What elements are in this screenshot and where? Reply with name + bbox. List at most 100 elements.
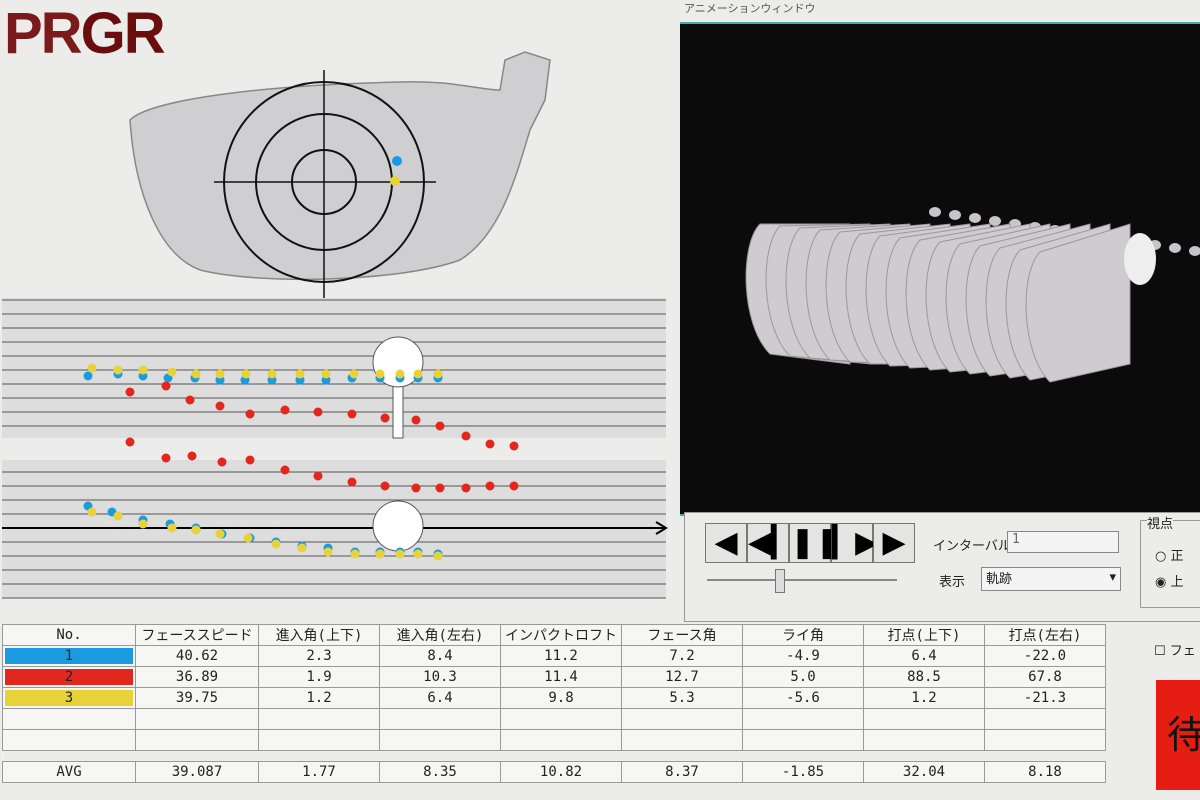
playback-controls: ◀ ◀▎ ❚❚ ▎▶ ▶ インターバル 1 表示 軌跡 ▾: [684, 512, 1200, 622]
frame-slider-thumb[interactable]: [775, 569, 785, 593]
cell-lie-angle: 5.0: [742, 666, 864, 688]
club-trail-marker: [949, 210, 961, 220]
swing-3-top-dot: [395, 549, 405, 559]
table-spacer-row: [2, 750, 1106, 762]
swing-2-side-dot: [280, 405, 290, 415]
swing-3-top-dot: [271, 539, 281, 549]
pause-button[interactable]: ❚❚: [789, 523, 840, 563]
swing-2-side-dot: [185, 395, 195, 405]
swing-2-side-dot: [435, 421, 445, 431]
swing-2-side-dot: [347, 409, 357, 419]
swing-3-side-dot: [267, 369, 277, 379]
header-lie-angle: ライ角: [742, 624, 864, 646]
row-no: 1: [64, 648, 74, 664]
swing-2-side-dot: [380, 413, 390, 423]
cell-impact-horizontal: -21.3: [984, 687, 1106, 709]
table-row-empty: [2, 708, 1106, 730]
swing-2-side-dot: [411, 415, 421, 425]
swing-3-swatch: 3: [5, 690, 133, 706]
swing-3-side-dot: [321, 369, 331, 379]
club-trail-marker: [1169, 243, 1181, 253]
row-no: 2: [64, 669, 74, 685]
swing-2-side-dot: [125, 387, 135, 397]
viewpoint-radio-1[interactable]: ○ 正: [1155, 545, 1184, 564]
swing-2-top-dot: [347, 477, 357, 487]
viewpoint-title: 視点: [1147, 513, 1174, 532]
avg-lie-angle: -1.85: [742, 761, 864, 783]
table-row[interactable]: 2 36.89 1.9 10.3 11.4 12.7 5.0 88.5 67.8: [2, 666, 1106, 688]
swing-2-top-dot: [187, 451, 197, 461]
next-frame-icon: ▶: [882, 525, 906, 560]
avg-impact-loft: 10.82: [500, 761, 622, 783]
cell-lie-angle: -5.6: [742, 687, 864, 709]
swing-3-side-dot: [395, 369, 405, 379]
cell-impact-horizontal: -22.0: [984, 645, 1106, 667]
frame-slider-track[interactable]: [707, 579, 897, 581]
swing-3-top-dot: [113, 511, 123, 521]
swing-3-side-dot: [113, 365, 123, 375]
viewpoint-option-1: 正: [1170, 549, 1184, 564]
cell-lie-angle: -4.9: [742, 645, 864, 667]
animation-window-title: アニメーションウィンドウ: [684, 2, 816, 15]
avg-face-speed: 39.087: [135, 761, 259, 783]
display-select[interactable]: 軌跡 ▾: [981, 567, 1121, 591]
cell-entry-vertical: 1.2: [258, 687, 380, 709]
wait-button[interactable]: 待: [1156, 680, 1200, 790]
swing-3-top-dot: [375, 549, 385, 559]
swing-2-side-dot: [215, 401, 225, 411]
table-row-empty: [2, 729, 1106, 751]
cell-entry-vertical: 2.3: [258, 645, 380, 667]
swing-2-top-dot: [245, 455, 255, 465]
prev-frame-button[interactable]: ◀: [705, 523, 747, 563]
table-row[interactable]: 3 39.75 1.2 6.4 9.8 5.3 -5.6 1.2 -21.3: [2, 687, 1106, 709]
animation-window: [680, 22, 1200, 516]
swing-2-top-dot: [485, 481, 495, 491]
viewpoint-option-2: 上: [1170, 575, 1184, 590]
swing-2-side-dot: [161, 381, 171, 391]
avg-entry-horizontal: 8.35: [379, 761, 501, 783]
swing-data-table: No. フェーススピード 進入角(上下) 進入角(左右) インパクトロフト フェ…: [2, 624, 1106, 783]
cell-face-speed: 36.89: [135, 666, 259, 688]
cell-impact-loft: 11.4: [500, 666, 622, 688]
table-row[interactable]: 1 40.62 2.3 8.4 11.2 7.2 -4.9 6.4 -22.0: [2, 645, 1106, 667]
swing-2-top-dot: [217, 457, 227, 467]
cell-impact-loft: 11.2: [500, 645, 622, 667]
cell-impact-horizontal: 67.8: [984, 666, 1106, 688]
interval-input[interactable]: 1: [1007, 531, 1119, 553]
row-no: 3: [64, 690, 74, 706]
swing-3-side-dot: [87, 363, 97, 373]
cell-entry-horizontal: 6.4: [379, 687, 501, 709]
next-frame-button[interactable]: ▶: [873, 523, 915, 563]
play-button[interactable]: ▎▶: [831, 523, 878, 563]
tee-icon: [392, 385, 404, 439]
face-checkbox[interactable]: ☐ フェ: [1154, 640, 1196, 659]
swing-2-side-dot: [509, 441, 519, 451]
swing-3-top-dot: [350, 549, 360, 559]
swing-2-swatch: 2: [5, 669, 133, 685]
swing-2-top-dot: [435, 483, 445, 493]
viewpoint-group: 視点 ○ 正 ◉ 上: [1140, 513, 1200, 608]
header-no: No.: [2, 624, 136, 646]
prev-frame-icon: ◀: [714, 525, 738, 560]
club-head-shape: [129, 51, 551, 281]
swing-3-top-dot: [167, 523, 177, 533]
table-avg-row: AVG 39.087 1.77 8.35 10.82 8.37 -1.85 32…: [2, 761, 1106, 783]
swing-3-side-dot: [433, 369, 443, 379]
ball-icon: [1124, 233, 1156, 285]
chevron-down-icon: ▾: [1109, 570, 1116, 585]
header-impact-horizontal: 打点(左右): [984, 624, 1106, 646]
swing-2-side-dot: [313, 407, 323, 417]
swing-2-side-dot: [245, 409, 255, 419]
swing-3-side-dot: [167, 367, 177, 377]
swing-3-top-dot: [191, 525, 201, 535]
swing-3-top-dot: [433, 551, 443, 561]
swing-3-side-dot: [191, 369, 201, 379]
cell-impact-vertical: 88.5: [863, 666, 985, 688]
swing-2-top-dot: [125, 437, 135, 447]
avg-label: AVG: [2, 761, 136, 783]
viewpoint-radio-2[interactable]: ◉ 上: [1155, 571, 1184, 590]
cell-face-speed: 39.75: [135, 687, 259, 709]
cell-entry-horizontal: 8.4: [379, 645, 501, 667]
rewind-button[interactable]: ◀▎: [747, 523, 794, 563]
trajectory-plot: [2, 299, 668, 599]
